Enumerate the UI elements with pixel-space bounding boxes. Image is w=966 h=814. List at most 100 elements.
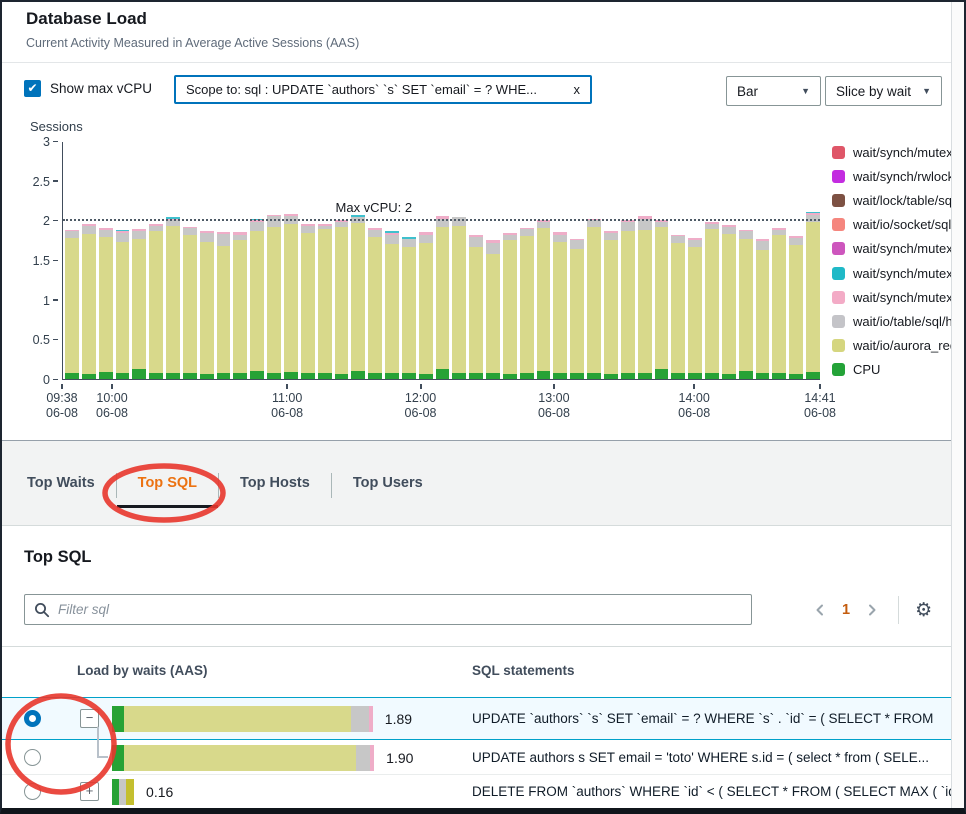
stacked-bar[interactable]: [149, 224, 163, 379]
legend-item[interactable]: CPU: [832, 358, 952, 382]
stacked-bar[interactable]: [520, 228, 534, 379]
stacked-bar[interactable]: [671, 235, 685, 379]
legend-label: wait/io/aurora_redo_lo: [853, 338, 952, 353]
stacked-bar[interactable]: [806, 212, 820, 379]
collapse-button[interactable]: −: [80, 709, 99, 728]
stacked-bar[interactable]: [604, 231, 618, 379]
chart-plot-area[interactable]: Max vCPU: 2: [62, 142, 820, 380]
bar-segment-redo: [419, 243, 433, 374]
stacked-bar[interactable]: [132, 229, 146, 379]
bar-segment-redo: [116, 242, 130, 374]
bar-segment-table: [570, 240, 584, 249]
bar-segment-table: [116, 233, 130, 242]
stacked-bar[interactable]: [772, 228, 786, 379]
stacked-bar[interactable]: [705, 222, 719, 379]
stacked-bar[interactable]: [402, 237, 416, 379]
stacked-bar[interactable]: [469, 235, 483, 379]
stacked-bar[interactable]: [99, 228, 113, 379]
stacked-bar[interactable]: [65, 230, 79, 379]
tab-top-waits[interactable]: Top Waits: [6, 471, 116, 508]
table-row[interactable]: − 1.89 UPDATE `authors` `s` SET `email` …: [2, 697, 964, 740]
stacked-bar[interactable]: [722, 225, 736, 379]
slice-by-value: Slice by wait: [836, 84, 911, 99]
legend-item[interactable]: wait/synch/rwlock/inn: [832, 164, 952, 188]
sql-statement-link[interactable]: DELETE FROM `authors` WHERE `id` < ( SEL…: [472, 784, 960, 801]
stacked-bar[interactable]: [301, 224, 315, 379]
stacked-bar[interactable]: [756, 239, 770, 379]
bar-segment-table: [402, 239, 416, 246]
stacked-bar[interactable]: [503, 233, 517, 379]
stacked-bar[interactable]: [587, 219, 601, 379]
bar-segment-cpu: [688, 373, 702, 379]
row-radio-selected[interactable]: [24, 710, 41, 727]
tab-top-users[interactable]: Top Users: [332, 471, 444, 508]
load-value: 0.16: [146, 784, 173, 800]
bar-segment-cpu: [233, 373, 247, 379]
x-tick-mark: [693, 384, 695, 389]
legend-item[interactable]: wait/lock/table/sql/ha: [832, 188, 952, 212]
stacked-bar[interactable]: [553, 232, 567, 379]
filter-sql-field[interactable]: [24, 594, 752, 625]
previous-page-button[interactable]: [814, 604, 826, 616]
search-input[interactable]: [58, 602, 742, 617]
stacked-bar[interactable]: [570, 239, 584, 379]
stacked-bar[interactable]: [116, 230, 130, 379]
stacked-bar[interactable]: [368, 228, 382, 380]
chart-type-dropdown[interactable]: Bar ▼: [726, 76, 821, 106]
table-row[interactable]: + 0.16 DELETE FROM `authors` WHERE `id` …: [2, 774, 964, 808]
sql-statement-link[interactable]: UPDATE `authors` `s` SET `email` = ? WHE…: [472, 711, 933, 728]
stacked-bar[interactable]: [621, 220, 635, 379]
stacked-bar[interactable]: [486, 240, 500, 379]
stacked-bar[interactable]: [789, 236, 803, 379]
row-radio[interactable]: [24, 749, 41, 766]
load-segment-cpu: [112, 745, 124, 771]
sql-statement-link[interactable]: UPDATE authors s SET email = 'toto' WHER…: [472, 750, 929, 767]
stacked-bar[interactable]: [452, 217, 466, 379]
bar-segment-redo: [587, 227, 601, 372]
next-page-button[interactable]: [866, 604, 878, 616]
stacked-bar[interactable]: [250, 219, 264, 379]
stacked-bar[interactable]: [385, 231, 399, 379]
stacked-bar[interactable]: [166, 217, 180, 379]
scrollbar-track[interactable]: [951, 2, 964, 808]
legend-item[interactable]: wait/io/table/sql/hand: [832, 309, 952, 333]
stacked-bar[interactable]: [688, 238, 702, 379]
stacked-bar[interactable]: [739, 230, 753, 379]
tab-top-hosts[interactable]: Top Hosts: [219, 471, 331, 508]
bar-segment-redo: [402, 247, 416, 373]
legend-item[interactable]: wait/synch/mutex/inn: [832, 237, 952, 261]
legend-item[interactable]: wait/synch/mutex/sql/: [832, 140, 952, 164]
stacked-bar[interactable]: [200, 231, 214, 379]
stacked-bar[interactable]: [638, 216, 652, 379]
scope-filter-tag[interactable]: Scope to: sql : UPDATE `authors` `s` SET…: [174, 75, 592, 104]
stacked-bar[interactable]: [267, 215, 281, 379]
row-radio[interactable]: [24, 783, 41, 800]
table-row[interactable]: 1.90 UPDATE authors s SET email = 'toto'…: [2, 741, 964, 774]
stacked-bar[interactable]: [284, 214, 298, 379]
stacked-bar[interactable]: [335, 220, 349, 379]
legend-item[interactable]: wait/synch/mutex/inn: [832, 285, 952, 309]
stacked-bar[interactable]: [419, 232, 433, 379]
y-tick-mark: [53, 180, 58, 182]
stacked-bar[interactable]: [537, 220, 551, 379]
stacked-bar[interactable]: [436, 216, 450, 379]
slice-by-dropdown[interactable]: Slice by wait ▼: [825, 76, 942, 106]
show-max-vcpu-checkbox[interactable]: ✔: [24, 80, 41, 97]
stacked-bar[interactable]: [183, 227, 197, 379]
page-number[interactable]: 1: [842, 602, 850, 618]
gear-icon[interactable]: ⚙: [915, 601, 932, 620]
bar-segment-table: [419, 235, 433, 244]
tab-top-sql[interactable]: Top SQL: [117, 471, 218, 508]
expand-button[interactable]: +: [80, 782, 99, 801]
stacked-bar[interactable]: [655, 220, 669, 379]
stacked-bar[interactable]: [233, 232, 247, 379]
scope-dismiss-button[interactable]: x: [574, 82, 581, 97]
legend-item[interactable]: wait/synch/mutex/inn: [832, 261, 952, 285]
legend-swatch: [832, 194, 845, 207]
stacked-bar[interactable]: [351, 215, 365, 379]
stacked-bar[interactable]: [217, 232, 231, 379]
legend-item[interactable]: wait/io/aurora_redo_lo: [832, 334, 952, 358]
stacked-bar[interactable]: [82, 224, 96, 379]
legend-item[interactable]: wait/io/socket/sql/clie: [832, 213, 952, 237]
stacked-bar[interactable]: [318, 224, 332, 379]
